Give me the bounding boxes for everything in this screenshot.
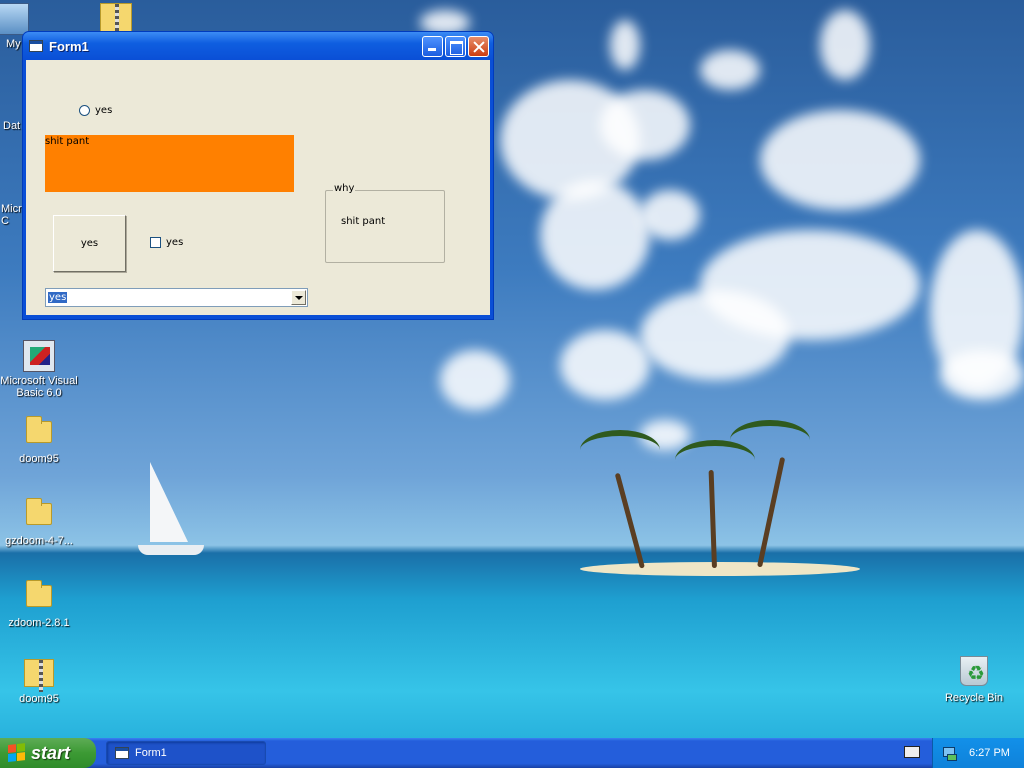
desktop-icon-recycle-bin[interactable]: Recycle Bin xyxy=(934,656,1014,704)
my-computer-icon xyxy=(0,3,29,35)
desktop-icon-label: zdoom-2.8.1 xyxy=(8,617,70,629)
desktop-icon-gzdoom[interactable]: gzdoom-4-7... xyxy=(0,497,79,547)
yes-checkbox[interactable] xyxy=(150,237,161,248)
combo-dropdown-arrow-icon[interactable] xyxy=(291,290,306,305)
window-titlebar[interactable]: Form1 xyxy=(23,32,493,60)
frame-label: shit pant xyxy=(341,216,386,227)
desktop-icon-label: gzdoom-4-7... xyxy=(5,535,73,547)
combo-selected-value[interactable]: yes xyxy=(48,292,68,303)
form-client-area: yes shit pant yes yes why shit pant yes xyxy=(26,60,490,315)
desktop-icon-label: Microsoft Visual Basic 6.0 xyxy=(0,375,78,399)
frame-title: why xyxy=(333,183,356,194)
visual-basic-icon xyxy=(23,340,55,372)
checkbox-label[interactable]: yes xyxy=(166,237,183,248)
minimize-button[interactable] xyxy=(422,35,443,57)
form-icon xyxy=(115,747,129,759)
desktop-icon-label: doom95 xyxy=(19,453,59,465)
yes-radio-button[interactable] xyxy=(79,105,90,116)
clock[interactable]: 6:27 PM xyxy=(969,747,1010,759)
desktop-icon-doom95-zip[interactable]: doom95 xyxy=(0,659,79,705)
yes-command-button[interactable]: yes xyxy=(53,215,126,272)
windows-logo-icon xyxy=(8,743,26,763)
folder-icon xyxy=(26,580,52,607)
taskbar-button-form1[interactable]: Form1 xyxy=(106,741,266,765)
form1-window: Form1 yes shit pant yes yes why shit pan… xyxy=(22,31,494,320)
network-icon[interactable] xyxy=(941,745,957,761)
system-tray: 6:27 PM xyxy=(932,738,1024,768)
keyboard-icon[interactable] xyxy=(904,746,920,758)
desktop-icon-zdoom[interactable]: zdoom-2.8.1 xyxy=(0,579,79,629)
maximize-button[interactable] xyxy=(445,35,466,57)
form-icon xyxy=(29,40,43,52)
button-label: yes xyxy=(80,238,99,249)
zip-folder-icon xyxy=(24,659,54,692)
close-button[interactable] xyxy=(468,35,489,57)
recycle-bin-icon xyxy=(960,656,988,686)
start-label: start xyxy=(31,742,71,763)
start-button[interactable]: start xyxy=(0,738,96,768)
desktop-icon-label: doom95 xyxy=(19,693,59,705)
desktop-icon-doom95-folder[interactable]: doom95 xyxy=(0,415,79,465)
folder-icon xyxy=(26,416,52,443)
taskbar-button-label: Form1 xyxy=(135,747,167,759)
yes-combo-box[interactable]: yes xyxy=(45,288,308,307)
taskbar: start Form1 6:27 PM xyxy=(0,738,1024,768)
window-title: Form1 xyxy=(49,38,89,54)
desktop-icon-visual-basic[interactable]: Microsoft Visual Basic 6.0 xyxy=(0,340,79,399)
why-frame: why shit pant xyxy=(325,183,445,263)
island xyxy=(580,562,860,576)
folder-icon xyxy=(26,498,52,525)
orange-label: shit pant xyxy=(45,135,294,192)
sailboat xyxy=(150,462,188,542)
desktop-icon-label: Recycle Bin xyxy=(944,692,1004,704)
radio-label[interactable]: yes xyxy=(95,105,112,116)
